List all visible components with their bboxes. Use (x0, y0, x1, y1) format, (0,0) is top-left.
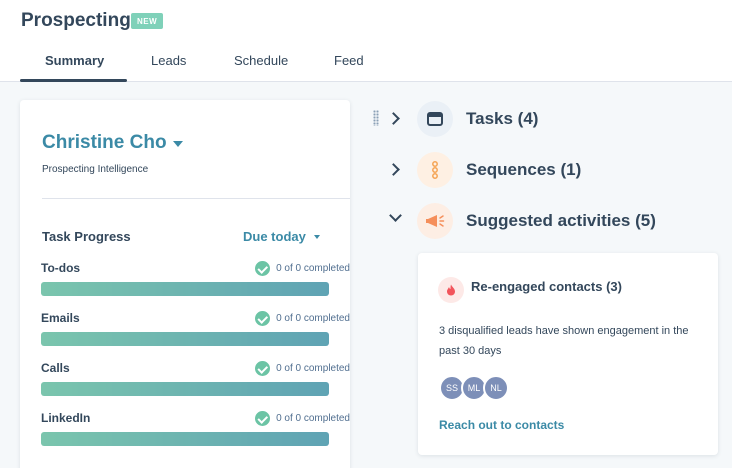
chevron-right-icon[interactable] (387, 112, 400, 125)
suggestion-description: 3 disqualified leads have shown engageme… (439, 325, 689, 357)
suggestion-title: Re-engaged contacts (3) (471, 279, 622, 294)
megaphone-icon (417, 203, 453, 239)
task-label: LinkedIn (41, 411, 91, 425)
due-filter-dropdown[interactable]: Due today (243, 229, 320, 244)
section-title-sequences[interactable]: Sequences (1) (466, 160, 581, 180)
task-progress-title: Task Progress (42, 229, 131, 244)
tab-leads[interactable]: Leads (151, 53, 186, 68)
task-status: 0 of 0 completed (255, 411, 350, 426)
flame-icon (438, 277, 464, 303)
active-tab-indicator (20, 79, 127, 82)
section-title-tasks[interactable]: Tasks (4) (466, 109, 538, 129)
task-status-text: 0 of 0 completed (276, 413, 350, 424)
tab-schedule[interactable]: Schedule (234, 53, 288, 68)
calendar-icon (417, 101, 453, 137)
check-circle-icon (255, 361, 271, 376)
task-status-text: 0 of 0 completed (276, 363, 350, 374)
task-status-text: 0 of 0 completed (276, 263, 350, 274)
suggestion-card: Re-engaged contacts (3) 3 disqualified l… (418, 253, 718, 455)
progress-bar (41, 432, 329, 446)
progress-bar (41, 382, 329, 396)
chevron-down-icon[interactable] (389, 209, 402, 222)
progress-bar (41, 282, 329, 296)
chevron-down-icon (313, 234, 320, 239)
task-status: 0 of 0 completed (255, 311, 350, 326)
new-badge: NEW (131, 13, 164, 29)
summary-card: Christine Cho Prospecting Intelligence T… (20, 100, 350, 468)
page-title: Prospecting (21, 10, 131, 31)
check-circle-icon (255, 261, 271, 276)
tab-feed[interactable]: Feed (334, 53, 364, 68)
owner-name: Christine Cho (42, 132, 167, 153)
chevron-right-icon[interactable] (387, 163, 400, 176)
tab-summary[interactable]: Summary (45, 53, 104, 68)
section-title-suggested-activities[interactable]: Suggested activities (5) (466, 211, 656, 231)
owner-selector[interactable]: Christine Cho (42, 132, 183, 154)
sequence-icon (417, 152, 453, 188)
reach-out-link[interactable]: Reach out to contacts (439, 418, 564, 432)
progress-bar (41, 332, 329, 346)
check-circle-icon (255, 311, 271, 326)
check-circle-icon (255, 411, 271, 426)
divider (42, 198, 350, 199)
owner-subtitle: Prospecting Intelligence (42, 164, 149, 175)
task-label: To-dos (41, 261, 81, 275)
task-status: 0 of 0 completed (255, 261, 350, 276)
task-label: Emails (41, 311, 80, 325)
task-label: Calls (41, 361, 70, 375)
task-status: 0 of 0 completed (255, 361, 350, 376)
caret-down-icon (172, 141, 183, 147)
page-header: Prospecting NEW Summary Leads Schedule F… (0, 0, 732, 82)
due-filter-label: Due today (243, 229, 306, 244)
task-status-text: 0 of 0 completed (276, 313, 350, 324)
avatar[interactable]: NL (483, 375, 509, 401)
drag-handle-icon[interactable] (373, 110, 379, 126)
